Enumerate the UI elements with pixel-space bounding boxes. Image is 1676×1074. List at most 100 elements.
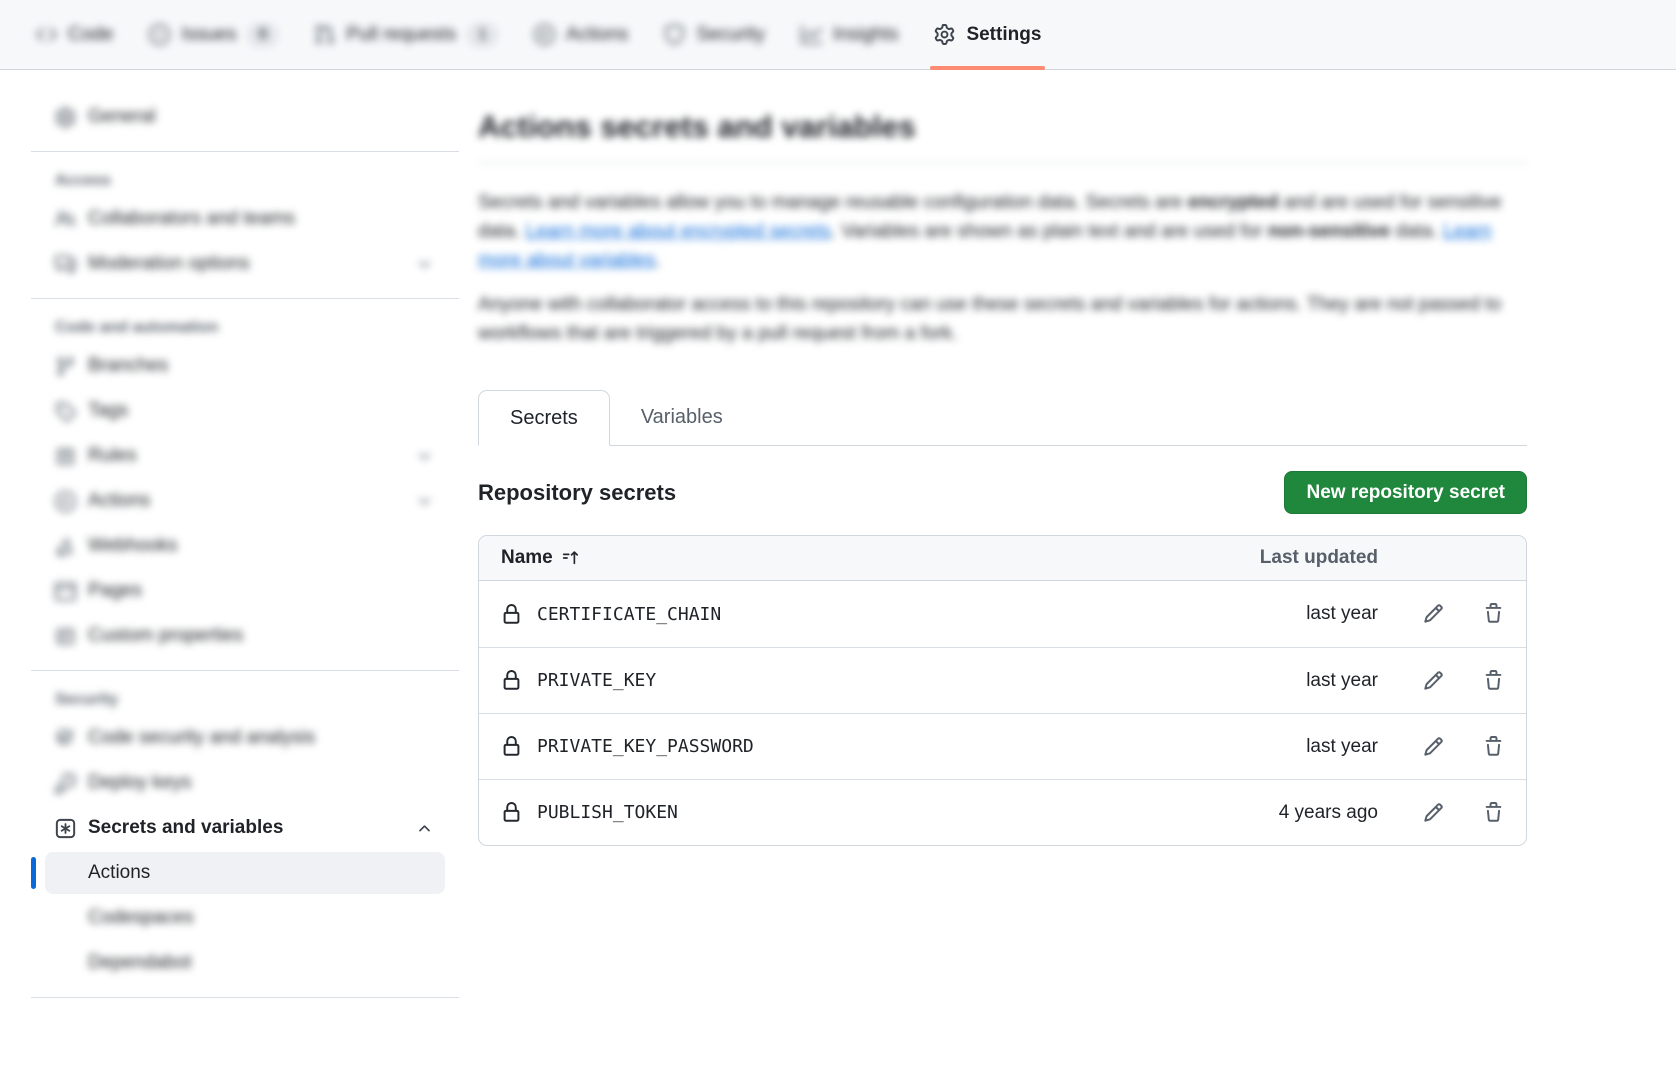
secret-name-cell: PRIVATE_KEY <box>501 670 1198 691</box>
secret-name: PUBLISH_TOKEN <box>537 802 678 823</box>
nav-tab-label: Insights <box>833 24 898 46</box>
sidebar-item-rules[interactable]: Rules <box>45 435 445 477</box>
intro-text: Secrets and variables allow you to manag… <box>478 192 1188 213</box>
play-icon <box>534 24 555 45</box>
issue-icon <box>149 24 170 45</box>
secret-name-cell: PUBLISH_TOKEN <box>501 802 1198 823</box>
nav-tab-issues[interactable]: Issues8 <box>135 0 292 69</box>
gear-icon <box>55 107 76 128</box>
last-updated-column-header: Last updated <box>1198 547 1378 569</box>
sidebar-item-actions[interactable]: Actions <box>45 480 445 522</box>
nav-tab-label: Security <box>696 24 765 46</box>
secrets-variables-tabs: SecretsVariables <box>478 389 1527 446</box>
delete-secret-button[interactable] <box>1482 802 1504 824</box>
chevron-down-icon <box>416 256 433 273</box>
pencil-icon <box>1423 736 1444 757</box>
gear-icon <box>934 24 955 45</box>
intro-text: data. <box>1390 221 1443 242</box>
repository-secrets-header: Repository secrets New repository secret <box>478 471 1527 514</box>
code-icon <box>36 24 57 45</box>
sidebar-item-label: Custom properties <box>88 625 243 647</box>
sort-ascending-icon <box>562 549 580 567</box>
new-repository-secret-button[interactable]: New repository secret <box>1284 471 1527 514</box>
sidebar-item-actions[interactable]: Actions <box>45 852 445 894</box>
webhook-icon <box>55 536 76 557</box>
last-updated-value: last year <box>1198 670 1378 692</box>
nav-tab-security[interactable]: Security <box>650 0 779 69</box>
learn-more-link[interactable]: Learn more about encrypted secrets <box>526 221 831 242</box>
intro-paragraph: Secrets and variables allow you to manag… <box>478 188 1527 275</box>
repo-tabs: Code Issues8Pull requests1 Actions Security… <box>22 0 1055 69</box>
secret-name-cell: PRIVATE_KEY_PASSWORD <box>501 736 1198 757</box>
sidebar-item-secrets-and-variables[interactable]: Secrets and variables <box>45 807 445 849</box>
note-icon <box>55 626 76 647</box>
secret-name: PRIVATE_KEY_PASSWORD <box>537 736 754 757</box>
edit-secret-button[interactable] <box>1422 603 1444 625</box>
play-icon <box>55 491 76 512</box>
intro-text: . Variables are shown as plain text and … <box>831 221 1268 242</box>
nav-tab-label: Pull requests <box>346 24 456 46</box>
sidebar-item-general[interactable]: General <box>45 96 445 138</box>
nav-tab-actions[interactable]: Actions <box>520 0 642 69</box>
sidebar-item-label: Tags <box>88 400 128 422</box>
nav-tab-label: Settings <box>966 24 1041 46</box>
sidebar-item-deploy-keys[interactable]: Deploy keys <box>45 762 445 804</box>
pr-icon <box>314 24 335 45</box>
nav-tab-code[interactable]: Code <box>22 0 127 69</box>
shield-icon <box>664 24 685 45</box>
secret-row: PRIVATE_KEY_PASSWORD last year <box>479 713 1526 779</box>
sidebar-item-custom-properties[interactable]: Custom properties <box>45 615 445 657</box>
intro-bold-text: encrypted <box>1188 192 1279 213</box>
sidebar-item-label: Pages <box>88 580 142 602</box>
sidebar-section-label: Security <box>55 691 435 709</box>
chevron-up-icon <box>416 820 433 837</box>
sidebar-section-label: Access <box>55 172 435 190</box>
delete-secret-button[interactable] <box>1482 670 1504 692</box>
sidebar-item-label: Moderation options <box>88 253 250 275</box>
trash-icon <box>1483 670 1504 691</box>
sidebar-item-label: Branches <box>88 355 168 377</box>
trash-icon <box>1483 736 1504 757</box>
nav-tab-label: Actions <box>566 24 628 46</box>
sidebar-divider <box>31 997 459 998</box>
pencil-icon <box>1423 670 1444 691</box>
pencil-icon <box>1423 802 1444 823</box>
last-updated-value: last year <box>1198 603 1378 625</box>
sidebar-item-collaborators-and-teams[interactable]: Collaborators and teams <box>45 198 445 240</box>
sidebar-divider <box>31 670 459 671</box>
secret-actions <box>1422 670 1504 692</box>
lock-icon <box>501 670 522 691</box>
nav-tab-pull-requests[interactable]: Pull requests1 <box>300 0 512 69</box>
main-content: Actions secrets and variables Secrets an… <box>478 70 1527 1074</box>
sidebar-item-label: Dependabot <box>88 952 192 974</box>
sidebar-item-dependabot[interactable]: Dependabot <box>45 942 445 984</box>
delete-secret-button[interactable] <box>1482 736 1504 758</box>
sidebar-item-label: Codespaces <box>88 907 194 929</box>
nav-tab-settings[interactable]: Settings <box>920 0 1055 69</box>
intro-text: . <box>655 250 660 271</box>
sidebar-item-webhooks[interactable]: Webhooks <box>45 525 445 567</box>
sidebar-item-pages[interactable]: Pages <box>45 570 445 612</box>
counter-badge: 8 <box>247 23 278 47</box>
graph-icon <box>801 24 822 45</box>
edit-secret-button[interactable] <box>1422 736 1444 758</box>
intro-paragraph-2: Anyone with collaborator access to this … <box>478 290 1527 348</box>
edit-secret-button[interactable] <box>1422 802 1444 824</box>
sidebar-item-codespaces[interactable]: Codespaces <box>45 897 445 939</box>
delete-secret-button[interactable] <box>1482 603 1504 625</box>
lock-icon <box>501 802 522 823</box>
name-column-header[interactable]: Name <box>501 547 1198 569</box>
last-updated-value: last year <box>1198 736 1378 758</box>
tab-variables[interactable]: Variables <box>610 389 754 445</box>
sidebar-item-moderation-options[interactable]: Moderation options <box>45 243 445 285</box>
sidebar-item-tags[interactable]: Tags <box>45 390 445 432</box>
last-updated-value: 4 years ago <box>1198 802 1378 824</box>
sidebar-item-branches[interactable]: Branches <box>45 345 445 387</box>
secret-name: PRIVATE_KEY <box>537 670 656 691</box>
nav-tab-label: Code <box>68 24 113 46</box>
sidebar-item-code-security-and-analysis[interactable]: Code security and analysis <box>45 717 445 759</box>
tab-secrets[interactable]: Secrets <box>478 390 610 446</box>
sidebar-item-label: Code security and analysis <box>88 727 315 749</box>
nav-tab-insights[interactable]: Insights <box>787 0 912 69</box>
edit-secret-button[interactable] <box>1422 670 1444 692</box>
